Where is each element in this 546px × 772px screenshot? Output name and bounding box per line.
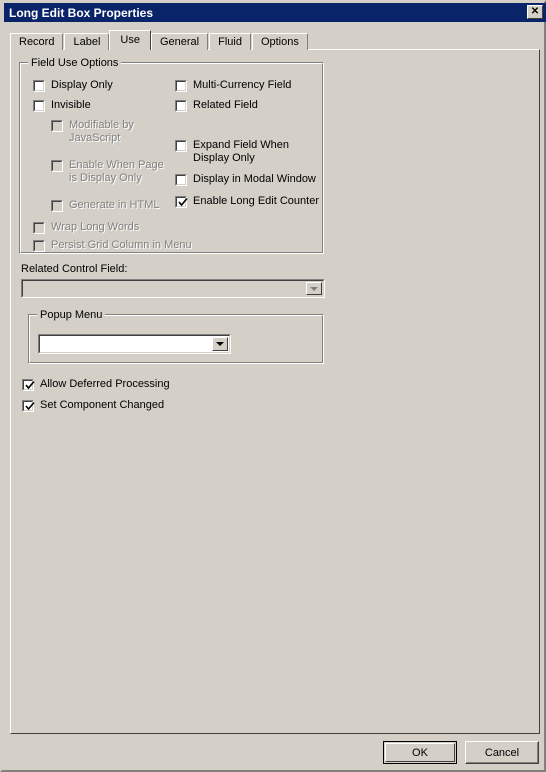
check-icon [25, 380, 35, 390]
checkbox-box [33, 240, 45, 252]
field-use-options-title: Field Use Options [28, 57, 122, 69]
checkbox-box [33, 222, 45, 234]
checkbox-box [51, 160, 63, 172]
checkbox-box [33, 80, 45, 92]
checkbox-display-only[interactable]: Display Only [33, 79, 113, 92]
chevron-down-icon[interactable] [306, 282, 322, 295]
checkbox-label: Persist Grid Column in Menu [51, 239, 192, 251]
ok-button-label: OK [412, 746, 428, 759]
checkbox-persist-grid-column-in-menu[interactable]: Persist Grid Column in Menu [33, 239, 192, 252]
checkbox-display-in-modal-window[interactable]: Display in Modal Window [175, 173, 316, 186]
tab-page-use: Field Use Options Display Only Invisible [10, 49, 540, 734]
checkbox-label: Wrap Long Words [51, 221, 140, 233]
tab-options-label: Options [260, 36, 299, 48]
tab-general-label: General [159, 36, 200, 48]
checkbox-box [51, 120, 63, 132]
checkbox-box [22, 400, 35, 412]
tab-fluid[interactable]: Fluid [209, 33, 251, 50]
tab-use-label: Use [120, 33, 140, 46]
checkbox-set-component-changed[interactable]: Set Component Changed [22, 399, 164, 412]
checkbox-label: Expand Field When Display Only [193, 139, 289, 164]
checkbox-expand-field-when-display-only[interactable]: Expand Field When Display Only [175, 139, 289, 165]
close-glyph: ✕ [530, 6, 540, 17]
check-icon [178, 197, 188, 207]
checkbox-label: Enable Long Edit Counter [193, 195, 319, 207]
related-control-field-combo[interactable] [21, 279, 325, 298]
close-icon[interactable]: ✕ [527, 5, 543, 19]
window-title: Long Edit Box Properties [9, 5, 154, 20]
checkbox-modifiable-by-javascript[interactable]: Modifiable by JavaScript [51, 119, 134, 145]
cancel-button[interactable]: Cancel [465, 741, 539, 764]
checkbox-allow-deferred-processing[interactable]: Allow Deferred Processing [22, 378, 170, 391]
checkbox-box [175, 80, 187, 92]
tab-label[interactable]: Label [64, 33, 110, 50]
title-bar: Long Edit Box Properties ✕ [4, 3, 546, 22]
tab-fluid-label: Fluid [218, 36, 242, 48]
checkbox-generate-in-html[interactable]: Generate in HTML [51, 199, 159, 212]
tab-options[interactable]: Options [251, 33, 308, 50]
tab-strip: Record Label Use General Fluid Options [10, 30, 309, 50]
checkbox-box [175, 196, 188, 208]
tab-record[interactable]: Record [10, 33, 64, 50]
dialog-window: Long Edit Box Properties ✕ Record Label … [0, 0, 546, 772]
tab-general[interactable]: General [150, 33, 209, 50]
checkbox-multi-currency-field[interactable]: Multi-Currency Field [175, 79, 291, 92]
checkbox-wrap-long-words[interactable]: Wrap Long Words [33, 221, 139, 234]
checkbox-label: Multi-Currency Field [193, 79, 292, 91]
check-icon [25, 401, 35, 411]
checkbox-label: Set Component Changed [40, 399, 165, 411]
checkbox-related-field[interactable]: Related Field [175, 99, 258, 112]
checkbox-label: Allow Deferred Processing [40, 378, 170, 390]
checkbox-box [175, 140, 187, 152]
popup-menu-title: Popup Menu [37, 309, 106, 321]
tab-record-label: Record [19, 36, 55, 48]
related-control-field-label: Related Control Field: [21, 263, 128, 275]
checkbox-label: Generate in HTML [69, 199, 160, 211]
tab-label-label: Label [73, 36, 101, 48]
checkbox-box [51, 200, 63, 212]
field-use-options-group: Field Use Options Display Only Invisible [19, 57, 324, 254]
ok-button[interactable]: OK [383, 741, 457, 764]
checkbox-box [175, 174, 187, 186]
checkbox-box [175, 100, 187, 112]
checkbox-label: Modifiable by JavaScript [69, 119, 134, 144]
checkbox-label: Invisible [51, 99, 91, 111]
tab-use[interactable]: Use [109, 30, 151, 50]
popup-menu-group: Popup Menu [28, 309, 324, 364]
checkbox-label: Display Only [51, 79, 113, 91]
checkbox-box [22, 379, 35, 391]
checkbox-enable-long-edit-counter[interactable]: Enable Long Edit Counter [175, 195, 319, 208]
checkbox-label: Related Field [193, 99, 258, 111]
checkbox-invisible[interactable]: Invisible [33, 99, 91, 112]
cancel-button-label: Cancel [484, 746, 520, 759]
chevron-down-icon[interactable] [212, 337, 228, 351]
checkbox-label: Enable When Page is Display Only [69, 159, 164, 184]
checkbox-box [33, 100, 45, 112]
checkbox-label: Display in Modal Window [193, 173, 316, 185]
popup-menu-combo[interactable] [38, 334, 231, 354]
checkbox-enable-when-page-is-display-only[interactable]: Enable When Page is Display Only [51, 159, 164, 185]
